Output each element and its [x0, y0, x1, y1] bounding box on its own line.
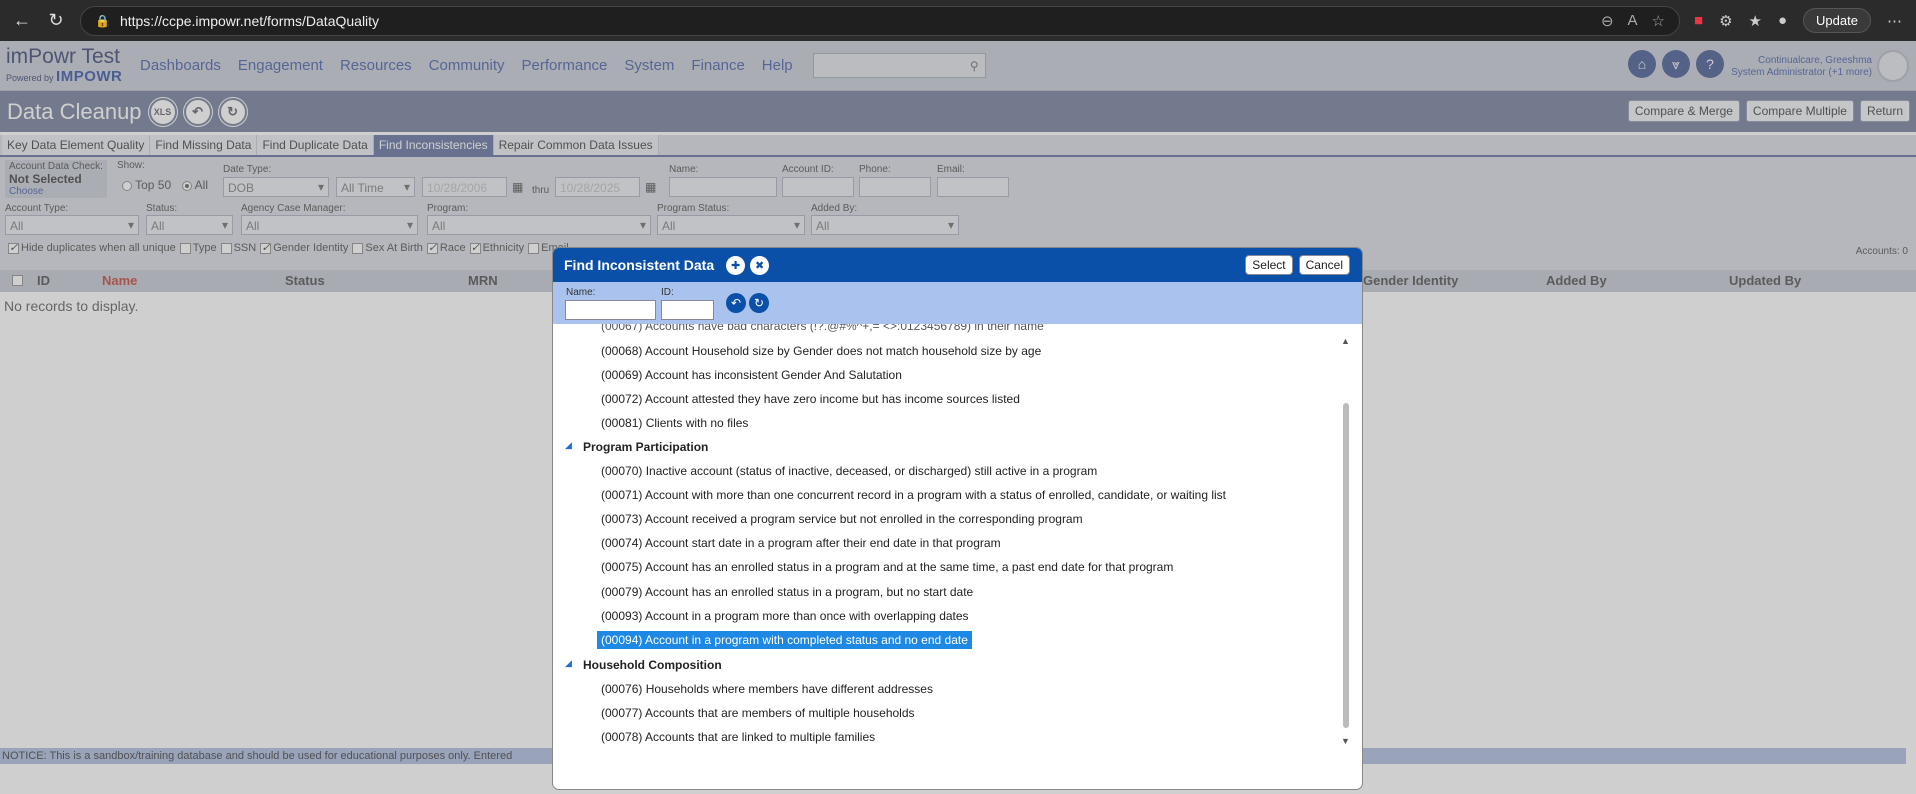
- puzzle-icon[interactable]: ⚙: [1719, 12, 1732, 30]
- scrollbar-thumb[interactable]: [1343, 403, 1349, 728]
- lock-icon: 🔒: [95, 13, 110, 28]
- expand-all-icon[interactable]: ✚: [726, 255, 746, 275]
- back-icon[interactable]: ←: [8, 7, 36, 35]
- list-item[interactable]: (00068) Account Household size by Gender…: [601, 344, 1041, 358]
- list-item[interactable]: (00081) Clients with no files: [601, 416, 748, 430]
- dialog-name-input[interactable]: [565, 300, 656, 320]
- dialog-header: Find Inconsistent Data ✚ ✖ Select Cancel: [553, 248, 1362, 282]
- list-item[interactable]: (00073) Account received a program servi…: [601, 512, 1083, 526]
- list-scrollbar[interactable]: ▲ ▼: [1341, 324, 1350, 749]
- list-item[interactable]: (00070) Inactive account (status of inac…: [601, 464, 1097, 478]
- refresh-icon[interactable]: ↻: [42, 7, 70, 35]
- dialog-refresh-icon[interactable]: ↻: [749, 293, 769, 313]
- list-item[interactable]: (00071) Account with more than one concu…: [601, 488, 1226, 502]
- inconsistency-tree: (00067) Accounts have bad characters (!?…: [553, 324, 1362, 789]
- address-bar[interactable]: 🔒 https://ccpe.impowr.net/forms/DataQual…: [80, 5, 1680, 36]
- dialog-undo-icon[interactable]: ↶: [726, 293, 746, 313]
- collapse-triangle-icon[interactable]: ◢: [565, 658, 572, 669]
- url-text: https://ccpe.impowr.net/forms/DataQualit…: [119, 12, 380, 29]
- list-item[interactable]: (00093) Account in a program more than o…: [601, 609, 969, 623]
- list-item[interactable]: (00077) Accounts that are members of mul…: [601, 706, 915, 720]
- category-household-composition[interactable]: Household Composition: [583, 658, 722, 672]
- extension-icon[interactable]: ■: [1694, 12, 1703, 29]
- find-inconsistent-data-dialog: Find Inconsistent Data ✚ ✖ Select Cancel…: [553, 248, 1362, 789]
- list-item[interactable]: (00076) Households where members have di…: [601, 682, 933, 696]
- dialog-search: Name: ID: ↶ ↻: [553, 282, 1362, 324]
- list-item[interactable]: (00075) Account has an enrolled status i…: [601, 560, 1173, 574]
- list-item[interactable]: (00078) Accounts that are linked to mult…: [601, 730, 875, 744]
- dialog-id-label: ID:: [661, 287, 674, 298]
- list-item-selected[interactable]: (00094) Account in a program with comple…: [597, 631, 972, 649]
- favorites-icon[interactable]: ★: [1749, 12, 1762, 30]
- select-button[interactable]: Select: [1245, 255, 1293, 275]
- list-item[interactable]: (00067) Accounts have bad characters (!?…: [601, 324, 1044, 333]
- read-aloud-icon[interactable]: A: [1628, 12, 1638, 30]
- favorite-star-icon[interactable]: ☆: [1652, 12, 1665, 30]
- list-item[interactable]: (00069) Account has inconsistent Gender …: [601, 368, 902, 382]
- profile-icon[interactable]: ●: [1778, 12, 1787, 29]
- scroll-up-icon[interactable]: ▲: [1341, 336, 1350, 346]
- update-button[interactable]: Update: [1803, 8, 1871, 33]
- dialog-name-label: Name:: [566, 287, 596, 298]
- dialog-id-input[interactable]: [661, 300, 714, 320]
- category-program-participation[interactable]: Program Participation: [583, 440, 708, 454]
- collapse-triangle-icon[interactable]: ◢: [565, 440, 572, 451]
- dialog-title: Find Inconsistent Data: [564, 257, 715, 273]
- zoom-icon[interactable]: ⊖: [1601, 12, 1614, 30]
- list-item[interactable]: (00074) Account start date in a program …: [601, 536, 1001, 550]
- scroll-down-icon[interactable]: ▼: [1341, 736, 1350, 746]
- cancel-button[interactable]: Cancel: [1298, 255, 1350, 275]
- browser-toolbar: ← ↻ 🔒 https://ccpe.impowr.net/forms/Data…: [0, 0, 1916, 41]
- list-item[interactable]: (00079) Account has an enrolled status i…: [601, 585, 973, 599]
- list-item[interactable]: (00072) Account attested they have zero …: [601, 392, 1020, 406]
- more-icon[interactable]: ⋯: [1887, 12, 1902, 30]
- collapse-all-icon[interactable]: ✖: [750, 255, 770, 275]
